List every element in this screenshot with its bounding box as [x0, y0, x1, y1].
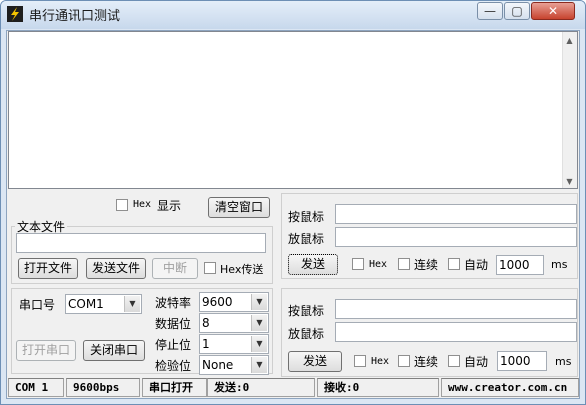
- stop-bits-value: 1: [202, 337, 210, 351]
- hex-checkbox-2[interactable]: [354, 355, 366, 367]
- auto-checkbox-2[interactable]: [448, 355, 460, 367]
- continuous-label-1: 连续: [414, 258, 439, 272]
- port-value: COM1: [68, 297, 104, 311]
- send-button-2[interactable]: 发送: [288, 351, 342, 372]
- lightning-icon: [7, 6, 23, 22]
- scroll-down-icon[interactable]: ▼: [564, 176, 575, 187]
- interval-input-1[interactable]: 1000: [496, 255, 544, 275]
- continuous-checkbox-2[interactable]: [398, 355, 410, 367]
- receive-textarea[interactable]: [8, 31, 578, 189]
- chevron-down-icon[interactable]: ▼: [251, 336, 267, 352]
- chevron-down-icon[interactable]: ▼: [251, 315, 267, 331]
- hex-display-label: Hex: [133, 199, 152, 210]
- hex-transfer-label: Hex传送: [220, 263, 264, 276]
- release-mouse-label: 放鼠标: [288, 327, 325, 341]
- parity-select[interactable]: None ▼: [199, 355, 269, 375]
- auto-label-2: 自动: [464, 355, 489, 369]
- press-mouse-input[interactable]: [335, 299, 577, 319]
- continuous-label-2: 连续: [414, 355, 439, 369]
- baud-label: 波特率: [155, 296, 192, 310]
- minimize-button[interactable]: —: [477, 2, 503, 20]
- interval-unit-1: ms: [551, 258, 568, 271]
- status-port: COM 1: [8, 378, 64, 397]
- hex-display-checkbox[interactable]: [116, 199, 128, 211]
- interval-input-2[interactable]: 1000: [497, 351, 547, 371]
- receive-scrollbar[interactable]: [562, 32, 577, 188]
- release-mouse-input[interactable]: [335, 227, 577, 247]
- port-select[interactable]: COM1 ▼: [65, 294, 142, 314]
- auto-checkbox-1[interactable]: [448, 258, 460, 270]
- data-bits-select[interactable]: 8 ▼: [199, 313, 269, 333]
- send-file-button[interactable]: 发送文件: [86, 258, 146, 279]
- data-bits-value: 8: [202, 316, 210, 330]
- status-website: www.creator.com.cn: [441, 378, 579, 397]
- hex-checkbox-1[interactable]: [352, 258, 364, 270]
- press-mouse-label: 按鼠标: [288, 304, 325, 318]
- maximize-button[interactable]: ▢: [504, 2, 530, 20]
- status-baud: 9600bps: [66, 378, 140, 397]
- display-label: 显示: [157, 199, 182, 213]
- maximize-icon: ▢: [511, 4, 523, 18]
- minimize-icon: —: [484, 4, 496, 18]
- open-file-button[interactable]: 打开文件: [18, 258, 78, 279]
- port-label: 串口号: [19, 298, 56, 312]
- scroll-up-icon[interactable]: ▲: [564, 35, 575, 46]
- file-path-input[interactable]: [16, 233, 266, 253]
- hex-label-2: Hex: [371, 356, 390, 367]
- chevron-down-icon[interactable]: ▼: [251, 294, 267, 310]
- close-icon: ✕: [547, 4, 559, 18]
- data-bits-label: 数据位: [155, 317, 192, 331]
- clear-window-button[interactable]: 清空窗口: [208, 197, 270, 218]
- auto-label-1: 自动: [464, 258, 489, 272]
- window-title: 串行通讯口测试: [29, 9, 121, 24]
- stop-bits-select[interactable]: 1 ▼: [199, 334, 269, 354]
- status-received: 接收:0: [317, 378, 439, 397]
- stop-button[interactable]: 中断: [152, 258, 198, 279]
- parity-value: None: [202, 358, 234, 372]
- press-mouse-label: 按鼠标: [288, 210, 325, 224]
- status-sent: 发送:0: [207, 378, 315, 397]
- hex-transfer-checkbox[interactable]: [204, 262, 216, 274]
- hex-label-1: Hex: [369, 259, 388, 270]
- chevron-down-icon[interactable]: ▼: [251, 357, 267, 373]
- parity-label: 检验位: [155, 359, 192, 373]
- close-button[interactable]: ✕: [531, 2, 575, 20]
- close-port-button[interactable]: 关闭串口: [83, 340, 145, 361]
- press-mouse-input[interactable]: [335, 204, 577, 224]
- status-state: 串口打开: [142, 378, 207, 397]
- release-mouse-label: 放鼠标: [288, 232, 325, 246]
- release-mouse-input[interactable]: [335, 322, 577, 342]
- baud-select[interactable]: 9600 ▼: [199, 292, 269, 312]
- baud-value: 9600: [202, 295, 233, 309]
- continuous-checkbox-1[interactable]: [398, 258, 410, 270]
- open-port-button[interactable]: 打开串口: [16, 340, 76, 361]
- chevron-down-icon[interactable]: ▼: [124, 296, 140, 312]
- stop-bits-label: 停止位: [155, 338, 192, 352]
- send-button-1[interactable]: 发送: [288, 254, 338, 275]
- interval-unit-2: ms: [555, 355, 572, 368]
